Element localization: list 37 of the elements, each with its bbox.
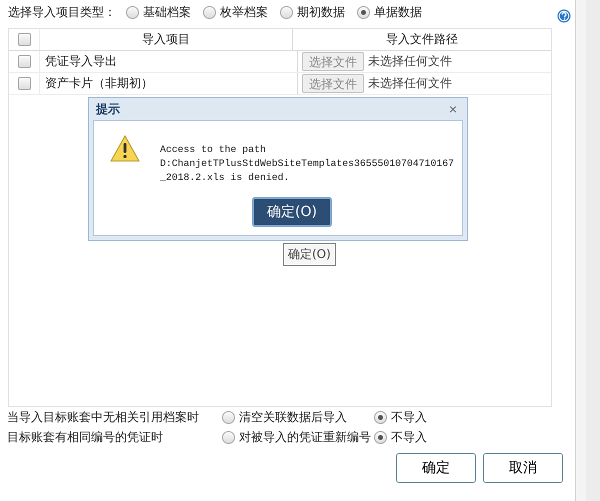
checkbox[interactable]	[18, 77, 30, 90]
radio-button[interactable]	[280, 6, 293, 18]
file-status: 未选择任何文件	[368, 53, 452, 70]
radio-button[interactable]	[222, 410, 235, 424]
radio-label: 单据数据	[374, 4, 422, 20]
column-header: 导入文件路径	[385, 31, 459, 48]
option-label: 当导入目标账套中无相关引用档案时	[7, 408, 200, 426]
radio-button[interactable]	[222, 430, 235, 444]
radio-label: 枚举档案	[220, 4, 268, 20]
radio-label: 不导入	[391, 408, 427, 426]
warning-icon	[110, 135, 140, 162]
radio-label: 不导入	[391, 428, 427, 446]
help-icon[interactable]	[557, 9, 571, 23]
table-cell: 资产卡片（非期初）	[40, 73, 298, 94]
error-message: Access to the path D:ChanjetTPlusStdWebSiteTemplates36555010704710167_2018.2.xls is denied.	[160, 143, 454, 185]
type-prompt: 选择导入项目类型：	[8, 4, 116, 20]
dialog-title: 提示	[96, 100, 120, 118]
radio-button[interactable]	[357, 6, 370, 18]
dialog-button[interactable]: 取消	[483, 453, 563, 483]
option-label: 目标账套有相同编号的凭证时	[7, 428, 164, 446]
close-button[interactable]: ×	[442, 101, 463, 117]
radio-label: 清空关联数据后导入	[239, 408, 347, 426]
table-cell: 凭证导入导出	[40, 51, 298, 72]
radio-label: 对被导入的凭证重新编号	[239, 428, 371, 446]
radio-button[interactable]	[374, 430, 387, 444]
radio-button[interactable]	[203, 6, 216, 18]
ok-button[interactable]: 确定(O)	[252, 197, 332, 227]
dialog-button[interactable]: 确定	[396, 453, 476, 483]
radio-label: 期初数据	[297, 4, 345, 20]
radio-button[interactable]	[126, 6, 139, 18]
file-status: 未选择任何文件	[368, 75, 452, 92]
checkbox[interactable]	[18, 33, 30, 46]
tooltip: 确定(O)	[283, 243, 336, 266]
checkbox[interactable]	[18, 55, 30, 68]
radio-button[interactable]	[374, 410, 387, 424]
column-header: 导入项目	[40, 29, 293, 50]
radio-label: 基础档案	[143, 4, 191, 20]
